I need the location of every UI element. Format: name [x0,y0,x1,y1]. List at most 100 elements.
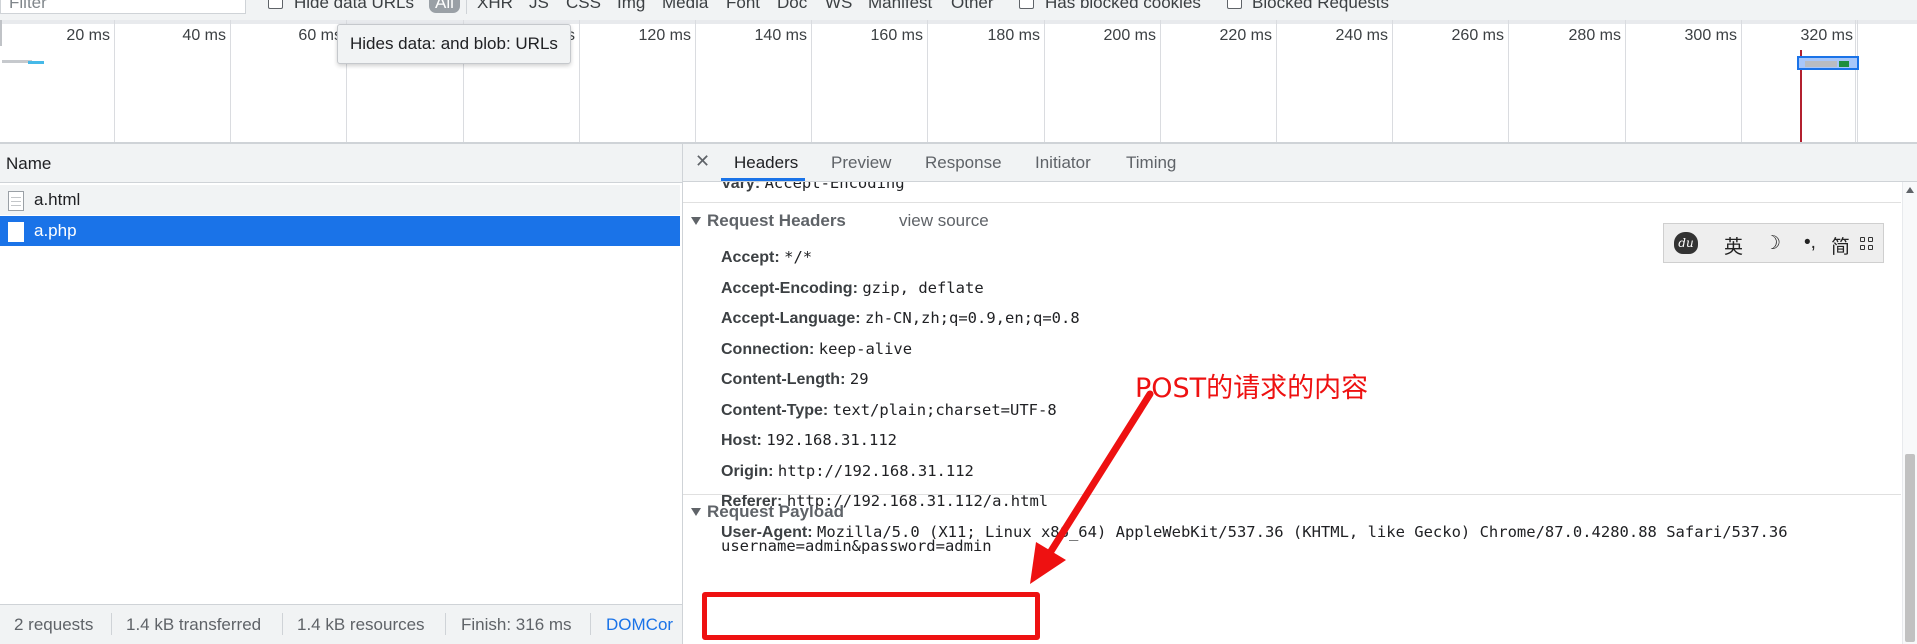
overview-time-label: 320 ms [1800,27,1853,44]
resources-size: 1.4 kB resources [297,615,425,634]
overview-time-label: 220 ms [1219,27,1272,44]
header-key: Vary: [721,182,761,192]
filter-type-xhr[interactable]: XHR [477,0,513,13]
overview-grid-line [695,20,696,142]
ime-language-toggle[interactable]: 英 [1724,232,1743,259]
header-value: http://192.168.31.112 [777,461,974,480]
ime-menu-grid-icon[interactable] [1860,237,1874,251]
request-name: a.html [34,190,81,209]
filter-input[interactable]: Filter [0,0,246,14]
ime-logo-icon[interactable]: du [1674,232,1698,254]
overview-grid-line [1392,20,1393,142]
overview-grid-line [1160,20,1161,142]
request-headers-section-toggle[interactable]: Request Headers [691,211,846,231]
ime-moon-icon[interactable]: ☽ [1764,232,1781,255]
overview-grid-line [1044,20,1045,142]
tab-preview[interactable]: Preview [831,153,891,173]
request-row-a-html[interactable]: a.html [0,185,680,215]
overview-grid-line [1276,20,1277,142]
close-icon[interactable]: ✕ [695,151,710,172]
header-key: Host: [721,432,762,449]
request-headers-title: Request Headers [707,211,846,230]
header-key: Connection: [721,340,815,358]
tab-response[interactable]: Response [925,153,1002,173]
document-icon [8,191,24,211]
header-key: Content-Type: [721,401,829,419]
view-source-link[interactable]: view source [899,211,989,231]
filter-type-media[interactable]: Media [662,0,708,13]
hide-data-urls-label[interactable]: Hide data URLs [294,0,414,13]
name-column-label: Name [6,154,52,173]
header-value: text/plain;charset=UTF-8 [832,400,1057,419]
overview-time-label: 160 ms [870,27,923,44]
header-value: */* [784,248,813,266]
overview-grid-line [1741,20,1742,142]
overview-time-label: 40 ms [182,27,226,44]
scroll-thumb[interactable] [1905,454,1915,642]
domcontentloaded-time: DOMCor [606,615,674,634]
header-value: keep-alive [818,339,913,358]
ime-punctuation-toggle[interactable]: •, [1804,232,1816,254]
overview-grid-line [114,20,115,142]
tab-initiator[interactable]: Initiator [1035,153,1091,173]
document-icon [8,222,24,242]
overview-request-bar-html-download [28,61,44,64]
overview-request-bar-php [1797,56,1859,70]
filter-toolbar: Filter Hide data URLs All XHR JS CSS Img… [0,0,1917,20]
ime-toolbar: du 英 ☽ •, 简 [1663,223,1884,263]
transferred-size: 1.4 kB transferred [126,615,262,634]
triangle-down-icon [691,508,701,516]
overview-grid-line [1857,20,1858,142]
filter-all-pill[interactable]: All [429,0,460,13]
scroll-up-arrow-icon[interactable] [1906,187,1914,193]
tab-headers[interactable]: Headers [734,153,798,173]
has-blocked-cookies-checkbox[interactable] [1019,0,1034,9]
payload-text: username=admin&password=admin [721,537,992,555]
header-key: Accept-Encoding: [721,279,858,297]
network-status-bar: 2 requests 1.4 kB transferred 1.4 kB res… [0,604,682,644]
details-scrollbar[interactable] [1902,182,1917,644]
overview-grid-line [811,20,812,142]
overview-time-label: 240 ms [1335,27,1388,44]
hide-data-urls-checkbox[interactable] [268,0,283,9]
overview-grid-line [927,20,928,142]
header-key: Content-Length: [721,371,846,388]
blocked-requests-checkbox[interactable] [1227,0,1242,9]
request-header-row: Content-Length: 29 [721,370,869,389]
overview-time-label: 120 ms [638,27,691,44]
filter-type-manifest[interactable]: Manifest [868,0,932,13]
header-value: 29 [849,370,869,388]
name-column-header[interactable]: Name [0,144,682,183]
overview-time-label: 260 ms [1451,27,1504,44]
request-payload-section-toggle[interactable]: Request Payload [691,502,844,522]
toolbar-divider [466,0,467,14]
header-value: Accept-Encoding [764,182,905,192]
active-tab-indicator [721,178,805,181]
details-tabbar: ✕ Headers Preview Response Initiator Tim… [683,144,1917,182]
filter-type-css[interactable]: CSS [566,0,601,13]
overview-time-label: 140 ms [754,27,807,44]
header-value: gzip, deflate [862,278,984,297]
overview-grid-line [1625,20,1626,142]
request-header-row: Accept-Encoding: gzip, deflate [721,279,984,298]
filter-type-ws[interactable]: WS [825,0,852,13]
overview-time-label: 280 ms [1568,27,1621,44]
blocked-requests-label[interactable]: Blocked Requests [1252,0,1389,13]
request-header-row: Accept-Language: zh-CN,zh;q=0.9,en;q=0.8 [721,309,1080,328]
has-blocked-cookies-label[interactable]: Has blocked cookies [1045,0,1201,13]
request-header-row: Content-Type: text/plain;charset=UTF-8 [721,401,1057,420]
filter-type-doc[interactable]: Doc [777,0,807,13]
filter-type-font[interactable]: Font [726,0,760,13]
header-key: Accept-Language: [721,310,861,327]
ime-simplified-toggle[interactable]: 简 [1831,232,1850,259]
request-row-a-php[interactable]: a.php [0,216,680,246]
request-payload-title: Request Payload [707,502,844,521]
filter-type-other[interactable]: Other [951,0,994,13]
overview-grid-line [579,20,580,142]
tab-timing[interactable]: Timing [1126,153,1176,173]
filter-type-img[interactable]: Img [617,0,645,13]
request-header-row: Host: 192.168.31.112 [721,431,897,450]
network-overview[interactable]: 20 ms40 ms60 ms80 ms100 ms120 ms140 ms16… [0,20,1917,142]
filter-type-js[interactable]: JS [529,0,549,13]
header-key: Accept: [721,249,780,266]
